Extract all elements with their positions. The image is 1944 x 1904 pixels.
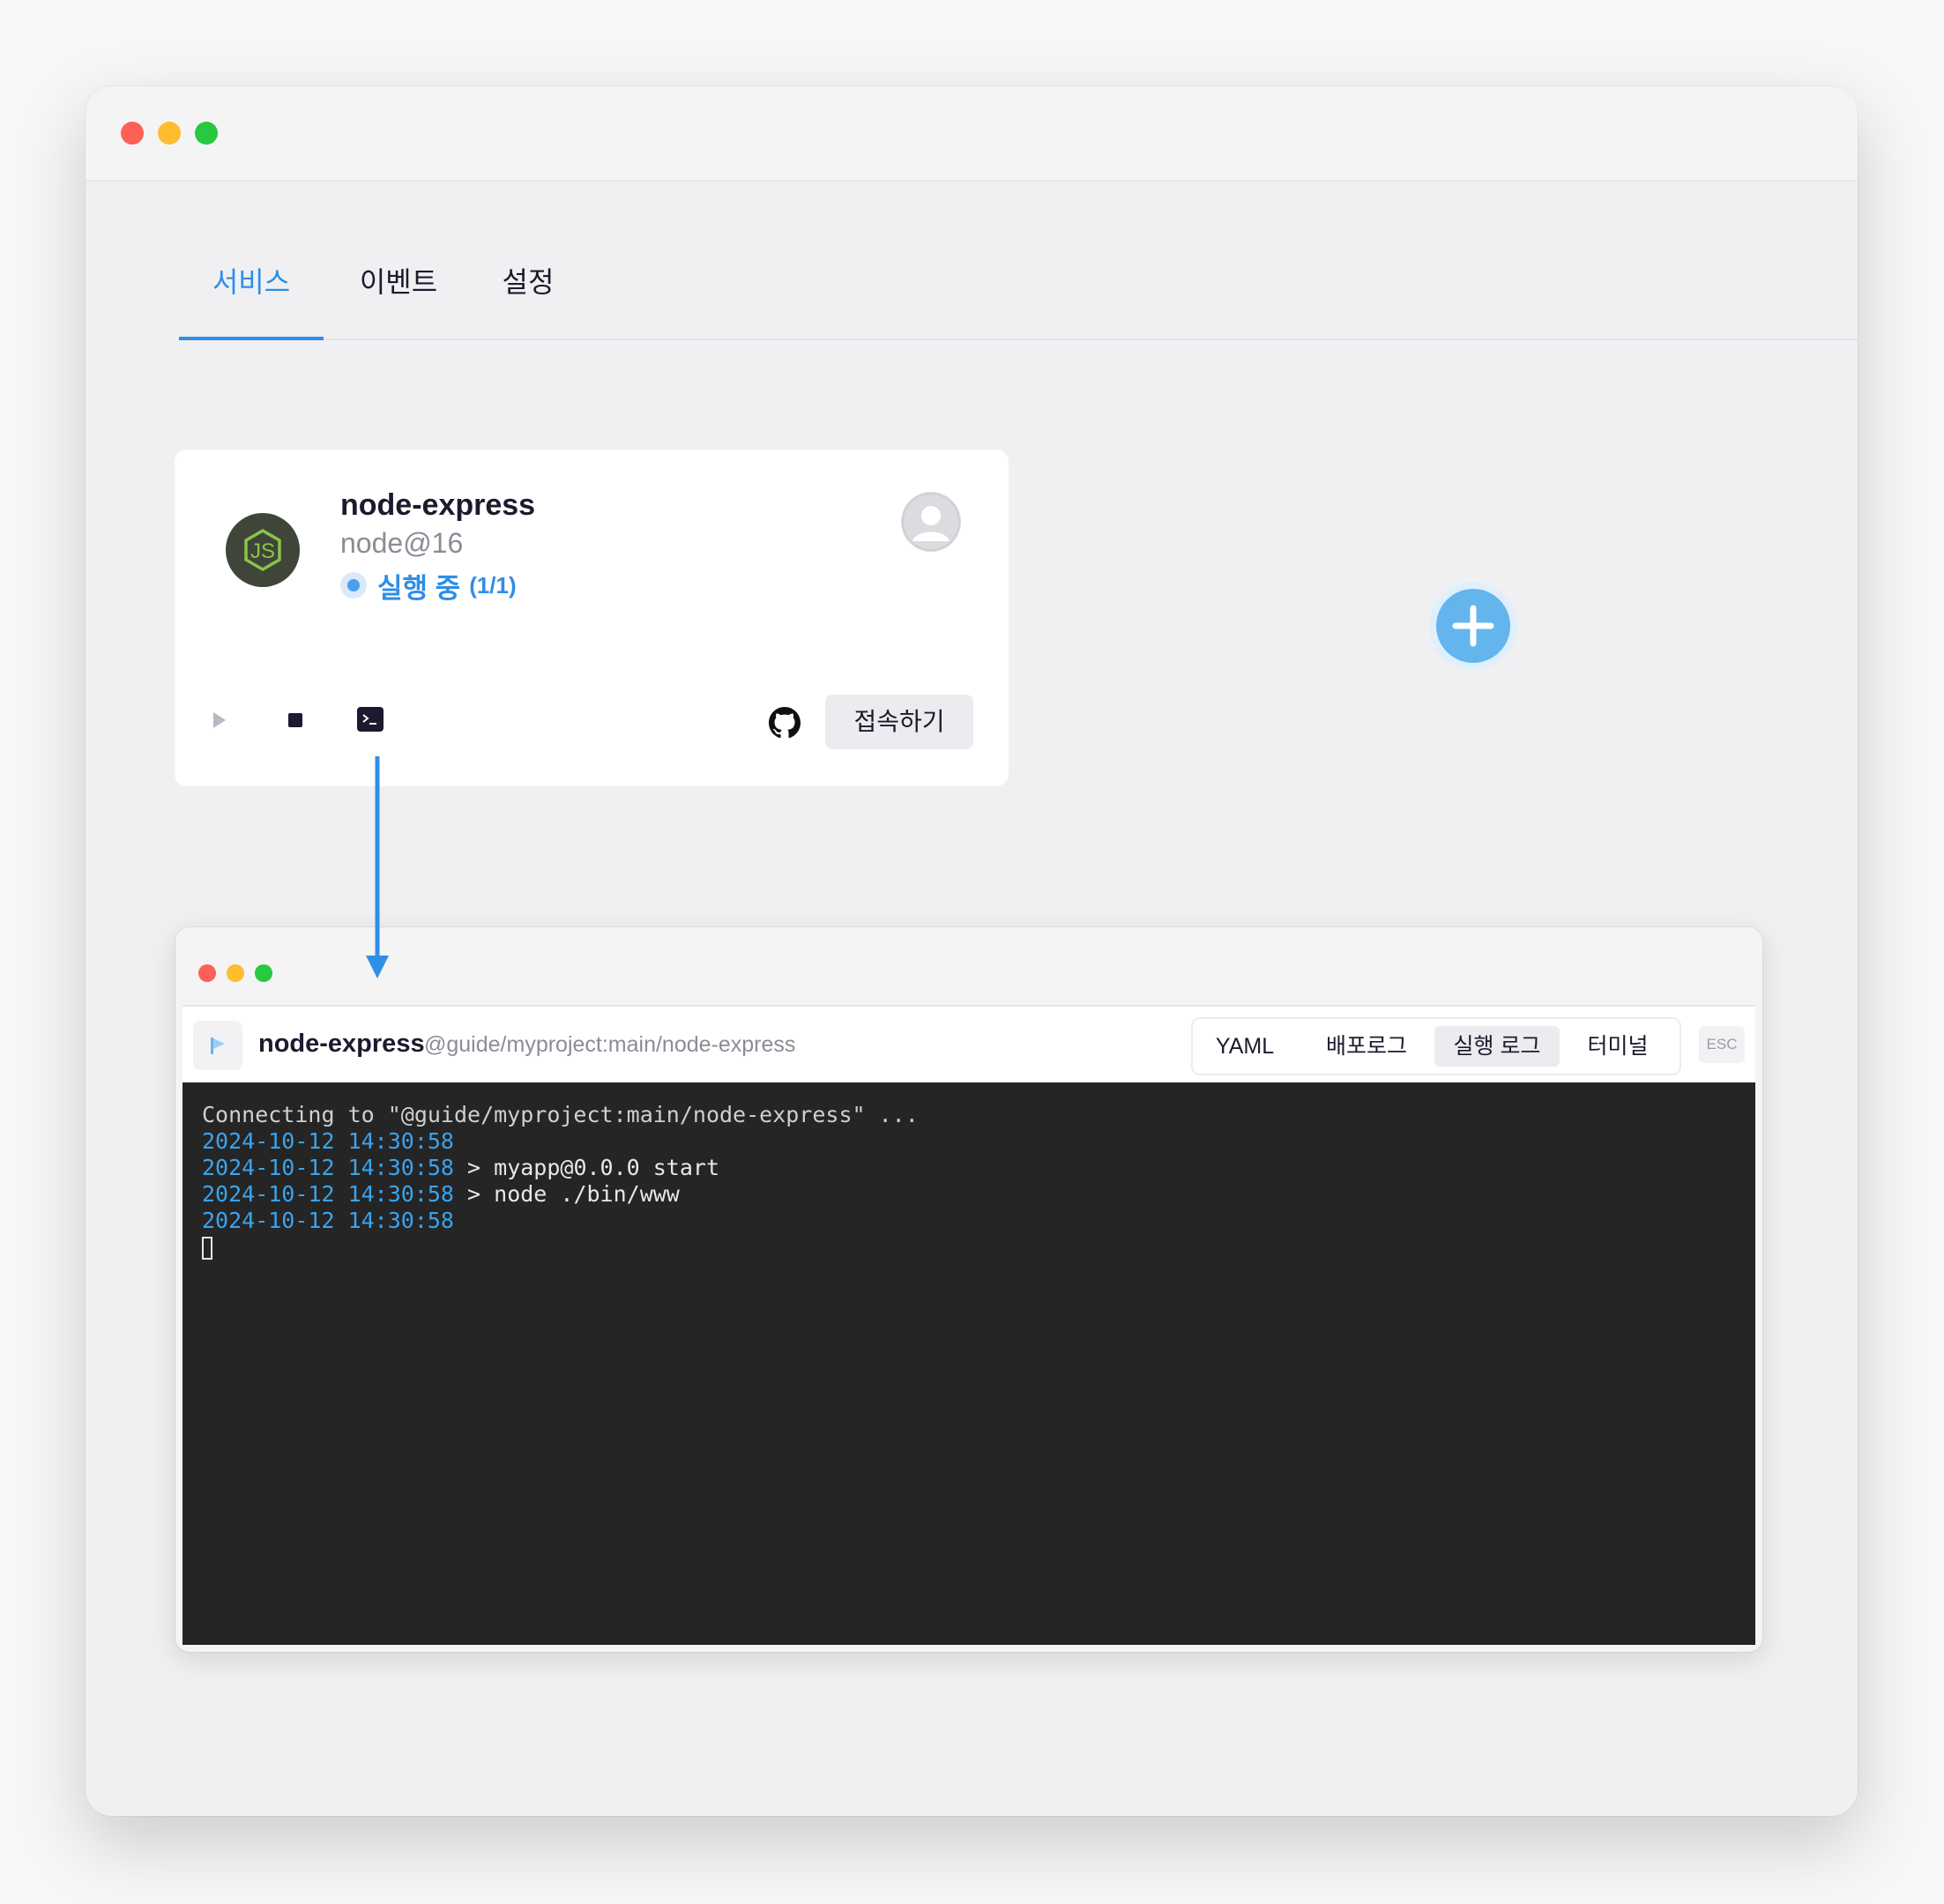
tab-yaml[interactable]: YAML [1203,1026,1286,1067]
title-bar [86,86,1858,182]
status-count: (1/1) [469,571,517,599]
add-service-button[interactable] [1429,582,1517,670]
terminal-service-name: node-express [258,1030,425,1058]
nodejs-icon: JS [226,513,300,587]
tab-settings[interactable]: 설정 [484,254,572,338]
tab-terminal[interactable]: 터미널 [1568,1026,1667,1067]
service-name: node-express [340,488,536,522]
connect-button[interactable]: 접속하기 [825,695,973,749]
app-window: 서비스 이벤트 설정 JS node-express node@16 실행 중 … [86,86,1858,1816]
maximize-window-button[interactable] [195,122,218,145]
log-line: 2024-10-12 14:30:58 [202,1208,919,1234]
log-text: > myapp@0.0.0 start [453,1155,720,1180]
log-timestamp: 2024-10-12 14:30:58 [202,1181,454,1207]
main-tabs: 서비스 이벤트 설정 [179,254,1858,340]
stop-icon[interactable] [287,710,304,734]
minimize-window-button[interactable] [158,122,181,145]
github-icon[interactable] [769,707,801,743]
service-runtime: node@16 [340,527,464,559]
log-line: 2024-10-12 14:30:58 > node ./bin/www [202,1181,919,1208]
svg-text:JS: JS [250,539,275,563]
terminal-icon[interactable] [357,707,384,736]
log-line: 2024-10-12 14:30:58 [202,1128,919,1155]
terminal-cursor-line [202,1234,919,1261]
close-window-button[interactable] [121,122,144,145]
log-text: > node ./bin/www [453,1181,680,1207]
connector-arrow [366,756,389,978]
terminal-output[interactable]: Connecting to "@guide/myproject:main/nod… [182,1082,1755,1645]
tab-deploy-log[interactable]: 배포로그 [1309,1026,1424,1067]
log-timestamp: 2024-10-12 14:30:58 [202,1208,454,1233]
tab-events[interactable]: 이벤트 [350,254,447,338]
play-icon[interactable] [212,710,227,734]
connecting-line: Connecting to "@guide/myproject:main/nod… [202,1102,919,1127]
tab-services[interactable]: 서비스 [179,254,324,340]
terminal-window: node-express @guide/myproject:main/node-… [175,927,1762,1652]
status-indicator: 실행 중 (1/1) [340,568,517,604]
esc-button[interactable]: ESC [1699,1026,1745,1063]
terminal-maximize-button[interactable] [255,964,272,982]
terminal-tab-group: YAML 배포로그 실행 로그 터미널 [1191,1017,1681,1075]
status-dot-icon [340,572,367,599]
tab-run-log[interactable]: 실행 로그 [1434,1026,1560,1067]
plus-icon [1436,589,1510,663]
log-timestamp: 2024-10-12 14:30:58 [202,1128,454,1154]
status-text: 실행 중 [377,572,461,604]
terminal-minimize-button[interactable] [227,964,244,982]
terminal-header: node-express @guide/myproject:main/node-… [182,1005,1755,1082]
service-card[interactable]: JS node-express node@16 실행 중 (1/1) 접속하기 [175,450,1009,786]
terminal-cursor [202,1237,212,1260]
avatar-icon[interactable] [901,492,961,552]
service-icon [193,1021,242,1070]
log-line: 2024-10-12 14:30:58 > myapp@0.0.0 start [202,1155,919,1181]
terminal-service-path: @guide/myproject:main/node-express [424,1032,796,1057]
log-timestamp: 2024-10-12 14:30:58 [202,1155,454,1180]
terminal-close-button[interactable] [198,964,216,982]
